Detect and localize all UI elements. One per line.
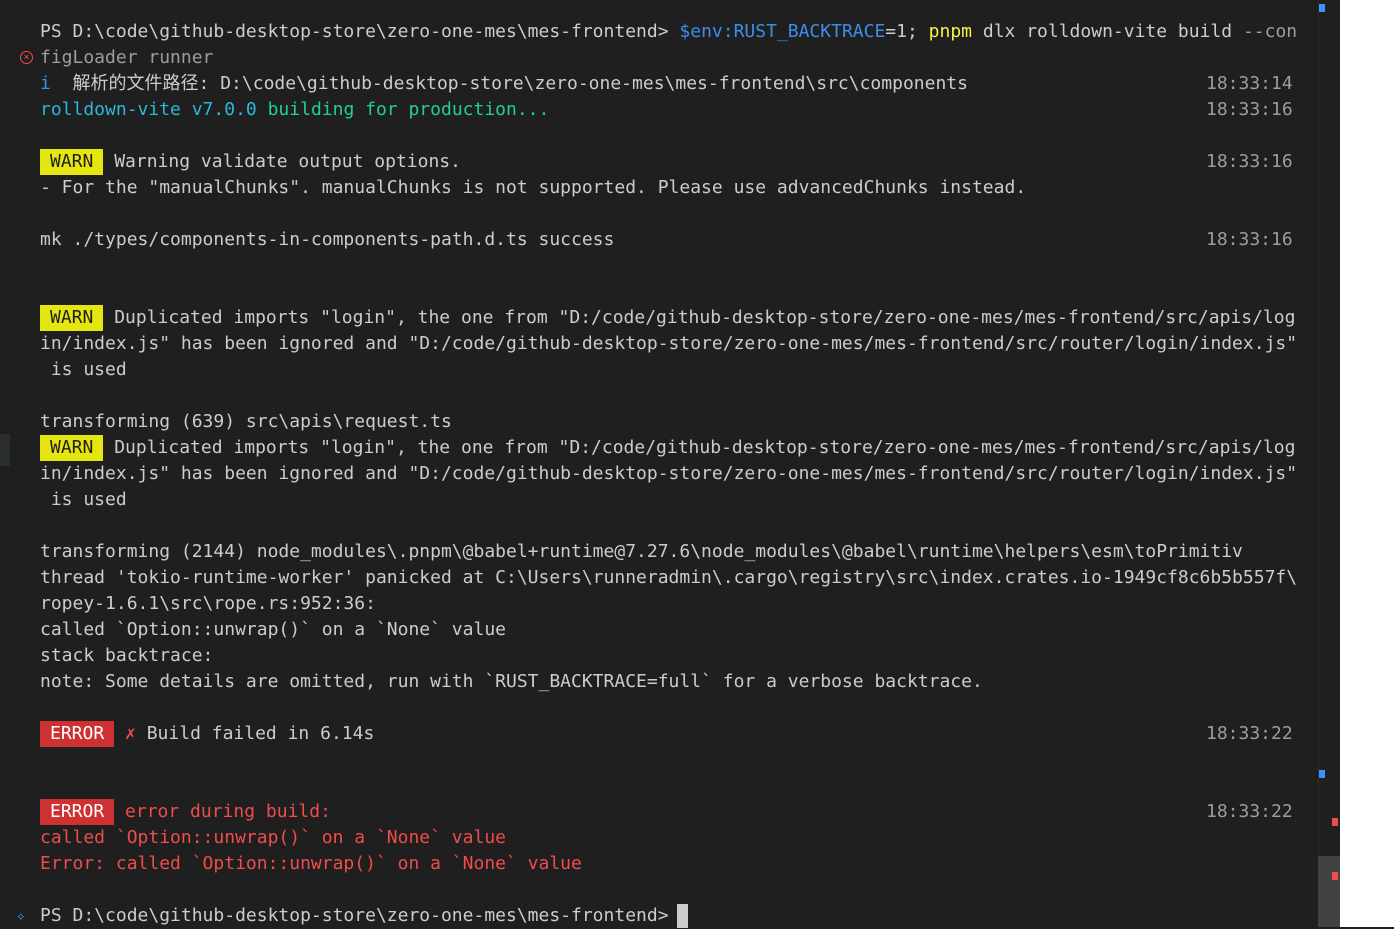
warn-text: Duplicated imports "login", the one from… <box>114 437 1296 458</box>
warn-text: Warning validate output options. <box>114 151 461 172</box>
warn-detail: - For the "manualChunks". manualChunks i… <box>40 177 1027 198</box>
info-prefix: i <box>40 73 51 94</box>
warn-badge: WARN <box>40 435 104 461</box>
warn-line: WARN Duplicated imports "login", the one… <box>40 305 1295 331</box>
scrollbar-thumb[interactable] <box>1318 856 1340 927</box>
warn-text-wrap: in/index.js" has been ignored and "D:/co… <box>40 333 1298 354</box>
panic-line: thread 'tokio-runtime-worker' panicked a… <box>40 567 1298 588</box>
vertical-scrollbar[interactable] <box>1318 0 1340 927</box>
transform-line: transforming (2144) node_modules\.pnpm\@… <box>40 541 1243 562</box>
env-var: $env:RUST_BACKTRACE <box>679 21 886 42</box>
command-flag-wrap: figLoader runner <box>40 47 214 68</box>
warn-badge: WARN <box>40 149 104 175</box>
command-line: PS D:\code\github-desktop-store\zero-one… <box>40 19 1297 45</box>
error-detail: Error: called `Option::unwrap()` on a `N… <box>40 853 582 874</box>
cross-mark-icon: ✗ <box>125 723 136 744</box>
error-badge: ERROR <box>40 799 115 825</box>
panic-line: ropey-1.6.1\src\rope.rs:952:36: <box>40 593 376 614</box>
command-flag: --con <box>1242 21 1298 42</box>
timestamp: 18:33:16 <box>1206 99 1293 120</box>
panic-line: called `Option::unwrap()` on a `None` va… <box>40 619 506 640</box>
prompt: PS D:\code\github-desktop-store\zero-one… <box>40 21 669 42</box>
transform-line: transforming (639) src\apis\request.ts <box>40 411 452 432</box>
command-exe: pnpm <box>928 21 973 42</box>
scroll-marker <box>1319 770 1325 778</box>
timestamp: 18:33:16 <box>1206 151 1293 172</box>
warn-text: Duplicated imports "login", the one from… <box>114 307 1296 328</box>
build-start-line: rolldown-vite v7.0.0 building for produc… <box>40 97 549 123</box>
terminal-output[interactable]: × PS D:\code\github-desktop-store\zero-o… <box>0 0 1318 929</box>
mk-line: mk ./types/components-in-components-path… <box>40 229 615 250</box>
error-scroll-marker <box>1332 872 1338 880</box>
warn-text-wrap: in/index.js" has been ignored and "D:/co… <box>40 463 1298 484</box>
error-line: ERROR ✗ Build failed in 6.14s <box>40 721 374 747</box>
tool-version: rolldown-vite v7.0.0 <box>40 99 257 120</box>
env-value: =1; <box>885 21 918 42</box>
build-status: building for production... <box>267 99 550 120</box>
timestamp: 18:33:22 <box>1206 801 1293 822</box>
warn-line: WARN Duplicated imports "login", the one… <box>40 435 1295 461</box>
error-circle-icon[interactable]: × <box>20 51 33 64</box>
text-cursor <box>676 904 688 928</box>
error-text: Build failed in 6.14s <box>146 723 375 744</box>
warn-text-wrap: is used <box>40 489 127 510</box>
scroll-marker <box>1319 4 1325 12</box>
timestamp: 18:33:22 <box>1206 723 1293 744</box>
command-args: dlx rolldown-vite build <box>982 21 1233 42</box>
path-label: 解析的文件路径: <box>72 73 210 94</box>
final-prompt-line[interactable]: PS D:\code\github-desktop-store\zero-one… <box>40 903 688 929</box>
panic-line: stack backtrace: <box>40 645 214 666</box>
line-selection-indicator <box>0 434 10 466</box>
error-scroll-marker <box>1332 818 1338 826</box>
command-line-wrap: figLoader runner <box>40 45 213 71</box>
prompt: PS D:\code\github-desktop-store\zero-one… <box>40 905 669 926</box>
error-text: error during build: <box>125 801 331 822</box>
path-info-line: i 解析的文件路径: D:\code\github-desktop-store\… <box>40 71 968 97</box>
timestamp: 18:33:16 <box>1206 229 1293 250</box>
error-detail: called `Option::unwrap()` on a `None` va… <box>40 827 506 848</box>
warn-badge: WARN <box>40 305 104 331</box>
warn-text-wrap: is used <box>40 359 127 380</box>
panic-line: note: Some details are omitted, run with… <box>40 671 983 692</box>
sparkle-icon[interactable]: ✧ <box>16 905 38 927</box>
error-badge: ERROR <box>40 721 115 747</box>
adjacent-pane <box>1340 0 1394 927</box>
warn-line: WARN Warning validate output options. <box>40 149 461 175</box>
timestamp: 18:33:14 <box>1206 73 1293 94</box>
error-line: ERROR error during build: <box>40 799 331 825</box>
path-value: D:\code\github-desktop-store\zero-one-me… <box>220 73 968 94</box>
